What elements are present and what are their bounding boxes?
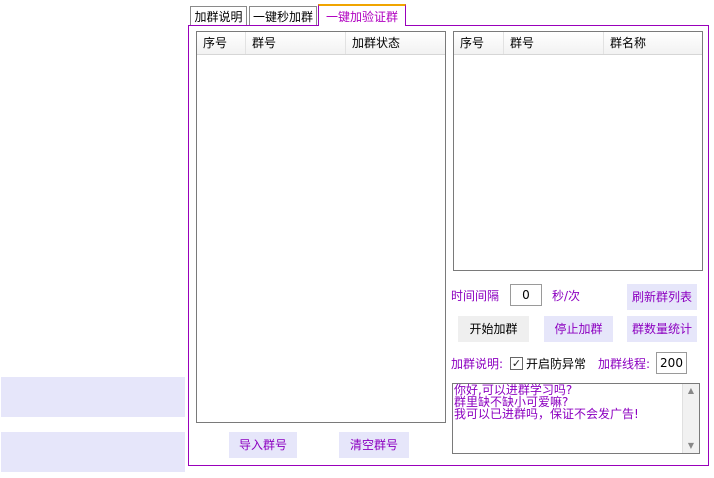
group-number-list[interactable]: 序号 群号 加群状态: [196, 31, 446, 423]
list-header: 序号 群号 加群状态: [197, 32, 445, 55]
stop-join-button[interactable]: 停止加群: [544, 316, 613, 342]
interval-label: 时间间隔: [451, 289, 500, 303]
anti-abnormal-checkbox[interactable]: ✓: [510, 357, 523, 370]
interval-unit: 秒/次: [552, 289, 581, 303]
column-header-index[interactable]: 序号: [454, 32, 504, 54]
interval-input[interactable]: 0: [510, 284, 542, 306]
threads-input[interactable]: 200: [656, 352, 687, 374]
scroll-up-icon[interactable]: ▲: [683, 384, 699, 398]
group-count-stats-button[interactable]: 群数量统计: [627, 316, 697, 342]
refresh-group-list-button[interactable]: 刷新群列表: [627, 284, 697, 310]
column-header-group-number[interactable]: 群号: [246, 32, 346, 54]
threads-label: 加群线程:: [598, 357, 651, 371]
vertical-scrollbar[interactable]: ▲ ▼: [682, 384, 699, 453]
clear-group-numbers-button[interactable]: 清空群号: [339, 432, 409, 458]
group-list[interactable]: 序号 群号 群名称: [453, 31, 703, 271]
column-header-group-number[interactable]: 群号: [504, 32, 604, 54]
column-header-join-status[interactable]: 加群状态: [346, 32, 445, 54]
list-header: 序号 群号 群名称: [454, 32, 702, 55]
tab-join-instructions[interactable]: 加群说明: [190, 6, 247, 26]
anti-abnormal-label[interactable]: 开启防异常: [526, 355, 586, 373]
side-panel-1: [1, 377, 185, 417]
side-panel-2: [1, 432, 185, 472]
start-join-button[interactable]: 开始加群: [458, 316, 529, 342]
scroll-down-icon[interactable]: ▼: [683, 439, 699, 453]
checkmark-icon: ✓: [511, 357, 522, 370]
import-group-numbers-button[interactable]: 导入群号: [229, 432, 297, 458]
join-message-textarea[interactable]: 你好,可以进群学习吗? 群里缺不缺小可爱嘛? 我可以已进群吗，保证不会发广告! …: [452, 383, 700, 454]
message-line: 我可以已进群吗，保证不会发广告!: [454, 407, 639, 421]
column-header-index[interactable]: 序号: [197, 32, 246, 54]
tab-verify-join[interactable]: 一键加验证群: [318, 4, 406, 26]
tab-instant-join[interactable]: 一键秒加群: [249, 6, 317, 26]
column-header-group-name[interactable]: 群名称: [604, 32, 702, 54]
join-note-label: 加群说明:: [451, 357, 504, 371]
